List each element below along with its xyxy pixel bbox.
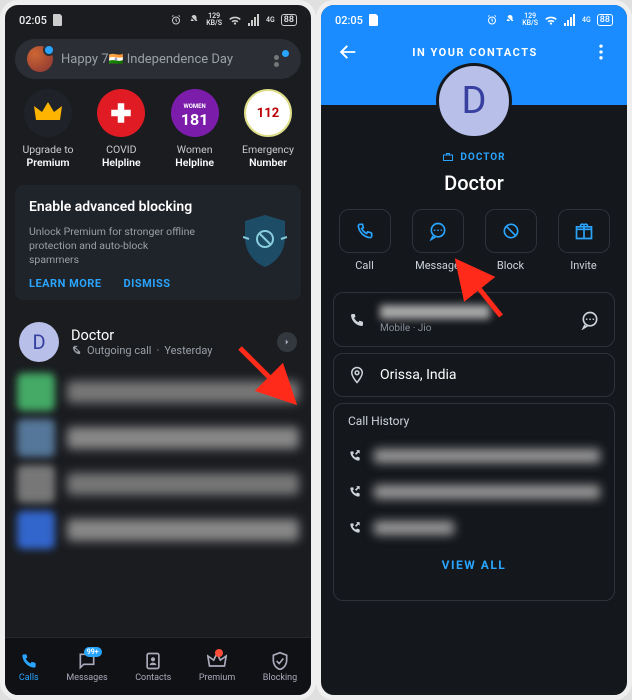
plus-icon — [97, 89, 145, 137]
call-button[interactable]: Call — [339, 209, 391, 272]
dismiss-button[interactable]: DISMISS — [124, 277, 171, 290]
location-text: Orissa, India — [380, 367, 457, 383]
calls-screen: 02:05 129KB/S 4G 88 Happy 7🇮🇳 Independen… — [0, 0, 316, 700]
overflow-icon[interactable] — [271, 50, 289, 68]
call-log-row[interactable]: D Doctor Outgoing call · Yesterday — [5, 312, 311, 372]
phone-number-blurred — [380, 305, 490, 319]
bottom-nav: Calls 99+ Messages Contacts Premium Bloc… — [5, 637, 311, 695]
briefcase-icon — [442, 151, 454, 163]
outgoing-call-icon — [348, 485, 362, 499]
more-icon[interactable] — [591, 42, 611, 62]
shortcut-covid[interactable]: COVID Helpline — [86, 89, 156, 169]
outgoing-call-icon — [348, 521, 362, 535]
premium-dot — [215, 649, 223, 657]
nav-blocking[interactable]: Blocking — [263, 651, 297, 683]
shield-icon — [243, 215, 287, 267]
status-bar: 02:05 129KB/S 4G 88 — [5, 5, 311, 31]
message-icon — [428, 221, 448, 241]
mute-icon — [188, 14, 200, 26]
net-speed: 129KB/S — [522, 13, 538, 27]
battery-indicator: 88 — [597, 14, 613, 26]
contact-avatar: D — [19, 322, 59, 362]
battery-indicator: 88 — [281, 14, 297, 26]
history-title: Call History — [348, 414, 600, 428]
signal-icon — [248, 14, 260, 26]
search-bar[interactable]: Happy 7🇮🇳 Independence Day — [15, 39, 301, 79]
search-text: Happy 7🇮🇳 Independence Day — [61, 52, 233, 67]
messages-badge: 99+ — [84, 647, 102, 657]
location-icon — [348, 366, 366, 384]
signal-icon — [564, 14, 576, 26]
block-button[interactable]: Block — [485, 209, 537, 272]
block-icon — [501, 221, 521, 241]
view-all-button[interactable]: VIEW ALL — [348, 546, 600, 572]
wifi-icon — [228, 14, 242, 26]
history-row[interactable] — [348, 510, 600, 546]
shortcut-women[interactable]: WOMEN 181 Women Helpline — [160, 89, 230, 169]
status-time: 02:05 — [19, 14, 47, 27]
outgoing-call-icon — [348, 449, 362, 463]
women-helpline-icon: WOMEN 181 — [171, 89, 219, 137]
nav-contacts[interactable]: Contacts — [135, 651, 171, 683]
profile-avatar[interactable] — [27, 46, 53, 72]
shortcut-emergency[interactable]: 112 Emergency Number — [233, 89, 303, 169]
crown-icon — [24, 89, 72, 137]
call-meta: Outgoing call · Yesterday — [71, 344, 265, 357]
call-history-card: Call History VIEW ALL — [333, 403, 615, 601]
message-button[interactable]: Message — [412, 209, 464, 272]
status-time: 02:05 — [335, 14, 363, 27]
outgoing-call-icon — [71, 345, 82, 356]
phone-card[interactable]: Mobile · Jio — [333, 292, 615, 347]
contact-summary: D DOCTOR Doctor — [321, 63, 627, 195]
promo-title: Enable advanced blocking — [29, 199, 287, 215]
actions-row: Call Message Block Invite — [321, 195, 627, 286]
nav-calls[interactable]: Calls — [19, 651, 39, 683]
contact-name: Doctor — [444, 171, 504, 195]
blurred-call-log — [5, 372, 311, 550]
shortcuts-row: Upgrade to Premium COVID Helpline WOMEN … — [5, 89, 311, 173]
alarm-icon — [170, 14, 182, 26]
wifi-icon — [544, 14, 558, 26]
phone-icon — [355, 221, 375, 241]
sim-icon — [369, 14, 379, 26]
phone-icon — [348, 311, 366, 329]
contact-avatar[interactable]: D — [436, 63, 512, 139]
back-icon[interactable] — [337, 41, 359, 63]
alarm-icon — [486, 14, 498, 26]
history-row[interactable] — [348, 438, 600, 474]
net-speed: 129KB/S — [206, 13, 222, 27]
mute-icon — [504, 14, 516, 26]
phone-type: Mobile · Jio — [380, 323, 566, 334]
learn-more-button[interactable]: LEARN MORE — [29, 277, 102, 290]
nav-premium[interactable]: Premium — [199, 651, 235, 683]
contact-name: Doctor — [71, 327, 265, 344]
shortcut-premium[interactable]: Upgrade to Premium — [13, 89, 83, 169]
signal-label: 4G — [266, 16, 275, 24]
nav-messages[interactable]: 99+ Messages — [66, 651, 107, 683]
location-card[interactable]: Orissa, India — [333, 353, 615, 397]
gift-icon — [574, 221, 594, 241]
contact-detail-screen: 02:05 129KB/S 4G 88 IN YOUR CONTACTS D — [316, 0, 632, 700]
emergency-icon: 112 — [244, 89, 292, 137]
contact-tag: DOCTOR — [442, 151, 505, 163]
header-title: IN YOUR CONTACTS — [412, 46, 537, 59]
sms-icon[interactable] — [580, 310, 600, 330]
promo-card: Enable advanced blocking Unlock Premium … — [15, 185, 301, 300]
history-row[interactable] — [348, 474, 600, 510]
sim-icon — [53, 14, 63, 26]
promo-body: Unlock Premium for stronger offline prot… — [29, 225, 199, 267]
invite-button[interactable]: Invite — [558, 209, 610, 272]
chevron-right-icon[interactable] — [277, 332, 297, 352]
